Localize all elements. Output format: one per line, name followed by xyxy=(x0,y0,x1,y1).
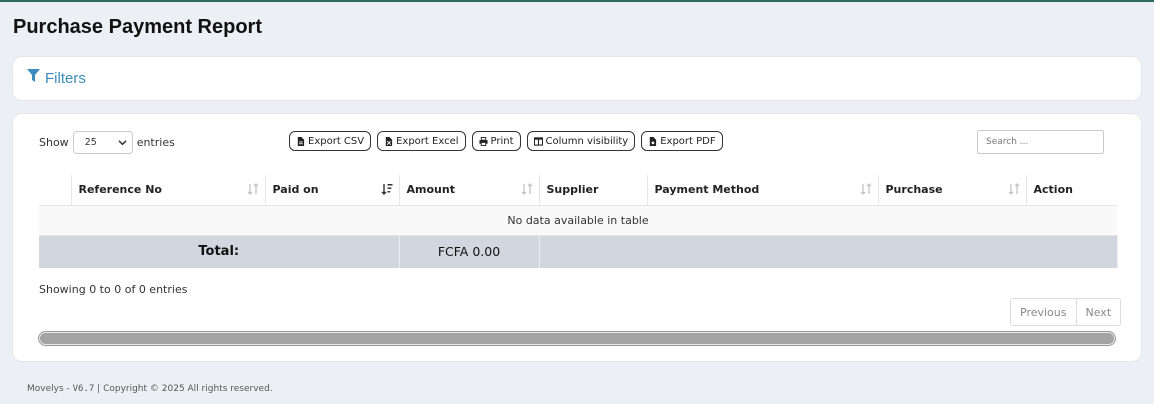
export-csv-button[interactable]: Export CSV xyxy=(289,131,372,151)
previous-page-button[interactable]: Previous xyxy=(1011,299,1076,325)
column-header-purchase[interactable]: Purchase xyxy=(878,175,1027,206)
filters-toggle[interactable]: Filters xyxy=(27,69,86,87)
column-header-select xyxy=(39,175,72,206)
total-label: Total: xyxy=(39,235,400,268)
sort-icon xyxy=(521,183,532,195)
filter-icon xyxy=(27,69,40,87)
column-header-payment-method[interactable]: Payment Method xyxy=(647,175,879,206)
table-row: No data available in table xyxy=(39,205,1117,236)
page-title: Purchase Payment Report xyxy=(13,16,262,38)
table-header-row: Reference No Paid on Amount Supplier Pay… xyxy=(39,175,1117,206)
pagination: Previous Next xyxy=(1010,298,1122,326)
export-pdf-button[interactable]: Export PDF xyxy=(641,131,723,151)
print-button[interactable]: Print xyxy=(471,131,521,151)
column-header-amount[interactable]: Amount xyxy=(399,175,540,206)
column-header-action: Action xyxy=(1026,175,1117,206)
report-panel: Show 25 entries Export CSV Export Excel … xyxy=(12,113,1142,362)
file-pdf-icon xyxy=(650,136,657,146)
entries-label: entries xyxy=(136,136,175,149)
sort-icon xyxy=(247,183,258,195)
total-row-filler xyxy=(539,235,1118,268)
page-length-value: 25 xyxy=(84,137,97,148)
footer-copyright: | Copyright © 2025 All rights reserved. xyxy=(94,384,273,394)
filters-label: Filters xyxy=(45,69,86,87)
file-excel-icon xyxy=(385,136,393,146)
sort-icon xyxy=(1008,183,1019,195)
export-buttons: Export CSV Export Excel Print Column vis… xyxy=(289,131,723,151)
sort-desc-icon xyxy=(381,184,392,195)
length-control: Show 25 entries xyxy=(39,131,175,154)
footer-version: V6.7 xyxy=(72,384,95,394)
columns-icon xyxy=(533,136,543,146)
sort-icon xyxy=(860,183,871,195)
empty-table-message: No data available in table xyxy=(39,205,1117,236)
export-excel-button[interactable]: Export Excel xyxy=(377,131,466,151)
search-input[interactable] xyxy=(977,130,1104,154)
horizontal-scrollbar[interactable] xyxy=(38,331,1116,346)
next-page-button[interactable]: Next xyxy=(1075,299,1121,325)
print-icon xyxy=(478,136,488,146)
show-label: Show xyxy=(39,136,69,149)
page-length-select[interactable]: 25 xyxy=(72,131,133,154)
column-visibility-button[interactable]: Column visibility xyxy=(526,131,636,151)
chevron-down-icon xyxy=(118,140,127,146)
column-header-paid-on[interactable]: Paid on xyxy=(265,175,400,206)
file-csv-icon xyxy=(297,136,305,146)
footer-app-name: Movelys - xyxy=(27,384,73,394)
total-row: Total: FCFA 0.00 xyxy=(39,235,1118,268)
filters-panel: Filters xyxy=(12,56,1142,101)
column-header-reference-no[interactable]: Reference No xyxy=(71,175,266,206)
scrollbar-thumb[interactable] xyxy=(40,333,1114,344)
table-info: Showing 0 to 0 of 0 entries xyxy=(39,283,188,296)
column-header-supplier: Supplier xyxy=(539,175,648,206)
footer: Movelys - V6.7 | Copyright © 2025 All ri… xyxy=(27,384,273,394)
total-amount: FCFA 0.00 xyxy=(399,235,540,268)
payments-table: Reference No Paid on Amount Supplier Pay… xyxy=(39,175,1118,268)
